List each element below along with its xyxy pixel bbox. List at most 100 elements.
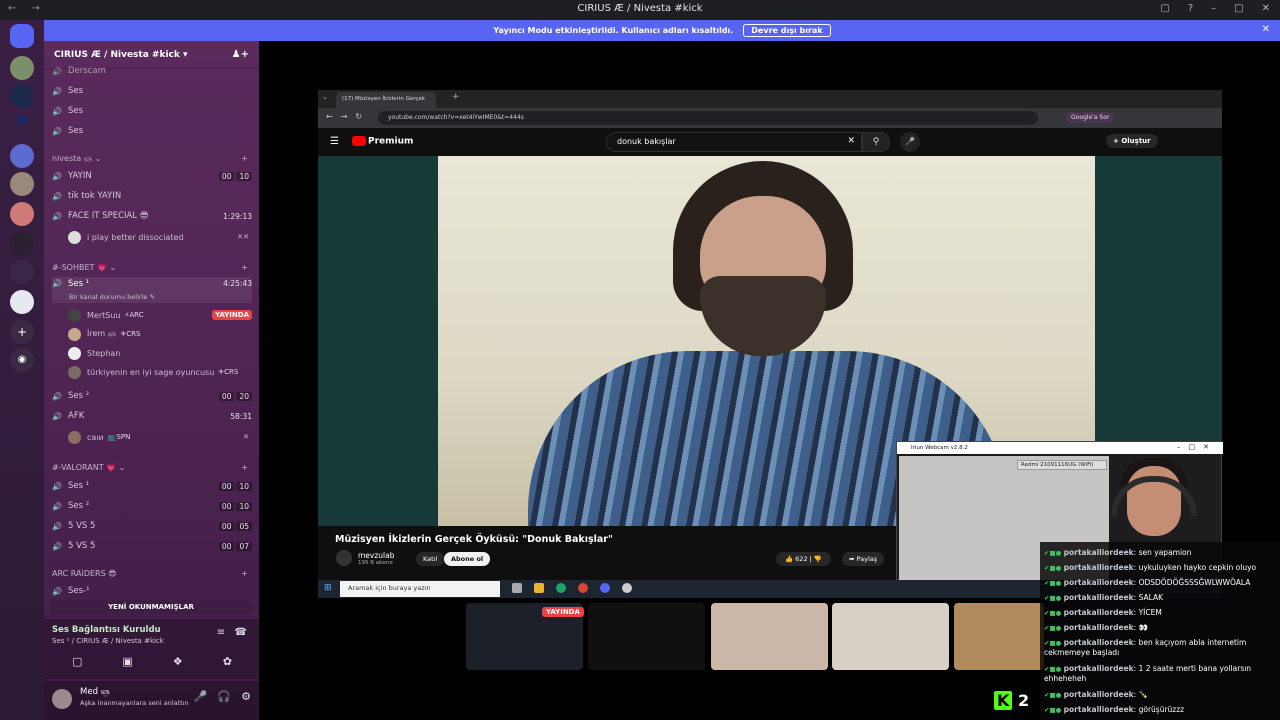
folder-icon[interactable] [17, 116, 27, 124]
server-icon[interactable] [10, 84, 34, 108]
server-icon[interactable] [10, 232, 34, 256]
voice-channel[interactable]: 🔊 AFK 58:31 [52, 408, 252, 424]
search-input[interactable]: donuk bakışlar ✕ [606, 132, 862, 152]
participant-tile[interactable] [832, 603, 949, 670]
join-button[interactable]: Katıl [416, 552, 445, 566]
voice-channel[interactable]: 🔊 5 VS 5 00 07 [52, 538, 252, 554]
inbox-icon[interactable]: ▢ [1160, 3, 1169, 14]
voice-channel[interactable]: 🔊 Ses ² 00 20 [52, 388, 252, 404]
clear-icon[interactable]: ✕ [847, 136, 855, 146]
category-valorant[interactable]: #-VALORANT 💗 ⌄ + [52, 463, 252, 472]
server-icon[interactable] [10, 56, 34, 80]
url-field[interactable]: youtube.com/watch?v=xet4iYwIME0&t=444s [378, 111, 1038, 125]
windows-start-icon[interactable]: ⊞ [324, 583, 332, 593]
soundboard-icon[interactable]: ≡ [217, 627, 225, 638]
soundboard-button[interactable]: ✿ [223, 655, 232, 668]
voice-user[interactable]: i play better dissociated ✕✕ [68, 229, 252, 245]
search-icon[interactable]: ⚲ [862, 132, 890, 152]
category-label: #-VALORANT 💗 [52, 463, 117, 472]
camera-off-icon[interactable]: ▢ [72, 655, 82, 668]
server-icon[interactable] [10, 144, 34, 168]
tab-search-icon[interactable]: ⌄ [322, 93, 328, 101]
channel-status[interactable]: Bir kanal durumu belirle ✎ [69, 293, 155, 301]
voice-location[interactable]: Ses ¹ / CIRIUS Æ / Nivesta #kick [52, 637, 164, 645]
disable-streamer-mode-button[interactable]: Devre dışı bırak [743, 24, 831, 37]
channel-avatar[interactable] [336, 550, 352, 566]
voice-channel[interactable]: 🔊 Ses ² 00 10 [52, 498, 252, 514]
voice-channel[interactable]: 🔊 Ses-¹ [52, 583, 252, 599]
voice-channel[interactable]: 🔊 Ses [52, 83, 252, 99]
help-icon[interactable]: ? [1188, 3, 1193, 14]
server-icon[interactable] [10, 290, 34, 314]
subscribe-button[interactable]: Abone ol [444, 552, 491, 566]
user-name[interactable]: Med ஞ [80, 687, 110, 698]
microphone-icon[interactable]: 🎤 [194, 690, 208, 703]
folder-icon[interactable] [534, 583, 544, 593]
voice-channel[interactable]: 🔊 Ses [52, 123, 252, 139]
close-icon[interactable]: ✕ [1262, 24, 1270, 35]
add-server-icon[interactable]: + [10, 320, 34, 344]
home-icon[interactable] [10, 24, 34, 48]
category-nivesta[interactable]: nivesta ஞ ⌄ + [52, 154, 252, 164]
channel-name: Ses [68, 126, 84, 136]
server-icon[interactable] [10, 172, 34, 196]
share-button[interactable]: ➦ Paylaş [842, 552, 885, 566]
minimize-button[interactable]: – [1211, 3, 1216, 14]
device-select[interactable]: Redmi 21091116UG (WiFi) [1017, 460, 1107, 470]
add-channel-icon[interactable]: + [241, 263, 248, 272]
add-channel-icon[interactable]: + [241, 463, 248, 472]
discover-icon[interactable]: ◉ [10, 348, 34, 372]
channel-info[interactable]: mevzulab 195 B abone [336, 550, 395, 566]
disconnect-icon[interactable]: ☎ [235, 627, 247, 638]
participant-tile[interactable] [711, 603, 828, 670]
add-channel-icon[interactable]: + [241, 569, 248, 578]
activities-icon[interactable]: ❖ [173, 655, 183, 668]
participant-tile[interactable] [954, 603, 1044, 670]
channel-name[interactable]: mevzulab [358, 551, 395, 560]
voice-channel[interactable]: 🔊 tik tok YAYIN [52, 188, 252, 204]
close-button[interactable]: ✕ [1262, 3, 1270, 14]
screen-share-icon[interactable]: ▣ [122, 655, 132, 668]
browser-tab[interactable]: (17) Müzisyen İkizlerin Gerçek [336, 92, 436, 108]
taskbar-search[interactable]: Aramak için buraya yazın [340, 581, 500, 597]
like-button[interactable]: 👍 622 | 👎 [776, 552, 832, 566]
youtube-logo[interactable]: Premium [352, 136, 413, 147]
server-icon[interactable] [10, 202, 34, 226]
create-button[interactable]: + Oluştur [1106, 134, 1158, 148]
new-unreads-button[interactable]: YENİ OKUNMAMIŞLAR [50, 600, 252, 614]
voice-user[interactable]: İrem ஞ ✈CRS [68, 326, 252, 342]
avatar[interactable] [52, 689, 72, 709]
voice-channel[interactable]: 🔊 FACE IT SPECIAL 😎 1:29:13 [52, 208, 252, 224]
participant-tile[interactable] [588, 603, 705, 670]
invite-icon[interactable]: ♟+ [232, 49, 249, 60]
voice-user[interactable]: türkiyenin en iyi sage oyuncusu ✈CRS [68, 364, 252, 380]
maximize-button[interactable]: □ [1234, 3, 1243, 14]
voice-channel[interactable]: 🔊 Derscam [52, 63, 252, 79]
discord-icon[interactable] [600, 583, 610, 593]
category-sohbet[interactable]: #-SOHBET 💗 ⌄ + [52, 263, 252, 272]
voice-user[interactable]: Stephan [68, 345, 252, 361]
app-icon[interactable] [622, 583, 632, 593]
voice-channel[interactable]: 🔊 5 VS 5 00 05 [52, 518, 252, 534]
gear-icon[interactable]: ⚙ [241, 690, 251, 703]
microphone-icon[interactable]: 🎤 [900, 132, 920, 152]
voice-status[interactable]: Ses Bağlantısı Kuruldu [52, 625, 161, 635]
voice-channel[interactable]: 🔊 Ses ¹ 00 10 [52, 478, 252, 494]
category-arc-raiders[interactable]: ARC RAIDERS 😎 + [52, 569, 252, 578]
voice-channel[interactable]: 🔊 Ses [52, 103, 252, 119]
voice-user[interactable]: MertSuu ⚡ARC YAYINDA [68, 307, 252, 323]
window-controls[interactable]: –□✕ [1177, 443, 1217, 451]
chrome-icon[interactable] [556, 583, 566, 593]
cirius-server-icon[interactable] [10, 260, 34, 284]
new-tab-icon[interactable]: + [452, 92, 460, 102]
menu-icon[interactable]: ☰ [330, 136, 339, 147]
nav-buttons[interactable]: ←→↻ [326, 112, 370, 121]
google-ask-button[interactable]: Google'a Sor [1066, 112, 1115, 123]
user-panel: Med ஞ Aşka inanmayanlara seni anlattın 🎤… [44, 681, 259, 720]
voice-channel[interactable]: 🔊 YAYIN 00 10 [52, 168, 252, 184]
voice-user[interactable]: саıи 📺SPN ✕ [68, 429, 252, 445]
chrome-icon[interactable] [578, 583, 588, 593]
task-view-icon[interactable] [512, 583, 522, 593]
headphones-icon[interactable]: 🎧 [217, 690, 231, 703]
add-channel-icon[interactable]: + [241, 154, 248, 163]
